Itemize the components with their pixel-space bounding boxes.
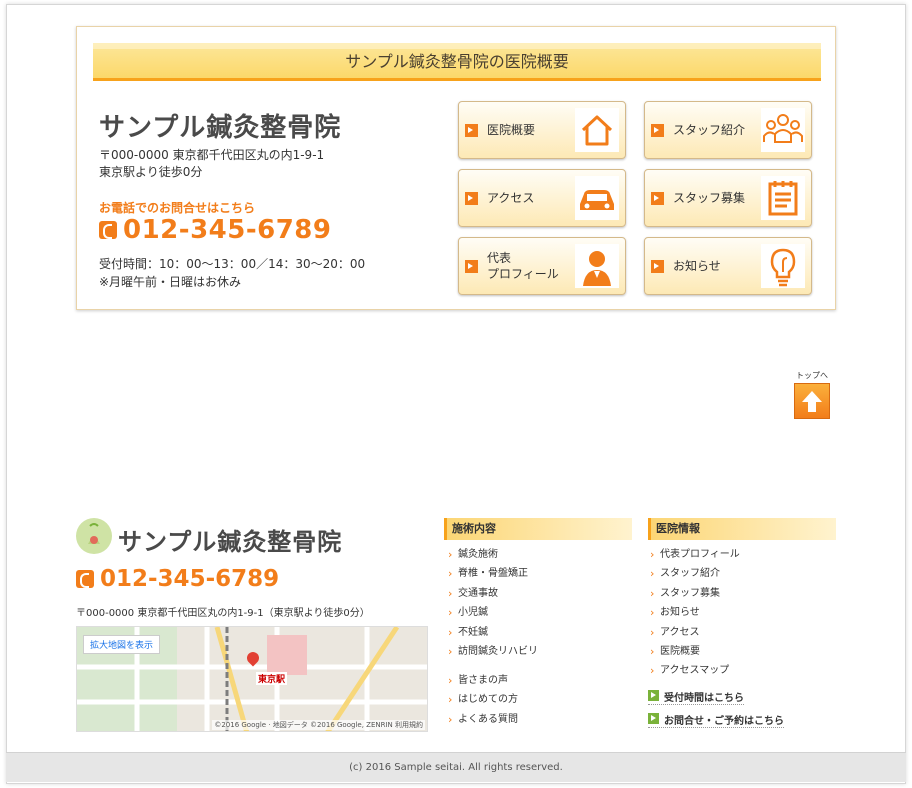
- nav-label: スタッフ募集: [673, 191, 746, 205]
- hours-text: 受付時間：10：00〜13：00／14：30〜20：00: [99, 257, 366, 271]
- guide-links: 皆さまの声 はじめての方 よくある質問: [446, 671, 518, 730]
- lightbulb-icon: [761, 244, 805, 288]
- map-station-label: 東京駅: [256, 672, 288, 685]
- nav-button-staff[interactable]: スタッフ紹介: [644, 101, 812, 159]
- footer-link[interactable]: 訪問鍼灸リハビリ: [446, 642, 538, 662]
- footer-link[interactable]: お知らせ: [648, 603, 740, 623]
- footer-link[interactable]: スタッフ紹介: [648, 564, 740, 584]
- footer-phone-text: 012-345-6789: [100, 566, 280, 592]
- footer-link[interactable]: 不妊鍼: [446, 623, 538, 643]
- arrow-right-icon: [651, 124, 664, 137]
- phone-icon: [99, 221, 117, 239]
- footer-link[interactable]: 代表プロフィール: [648, 545, 740, 565]
- tel-caption: お電話でのお問合せはこちら: [99, 201, 256, 215]
- car-icon: [575, 176, 619, 220]
- nav-label: スタッフ紹介: [673, 123, 746, 137]
- copyright: (c) 2016 Sample seitai. All rights reser…: [6, 752, 906, 782]
- back-to-top-label: トップへ: [796, 371, 828, 380]
- footer-link[interactable]: アクセスマップ: [648, 661, 740, 681]
- footer-link[interactable]: 交通事故: [446, 584, 538, 604]
- arrow-up-icon[interactable]: [794, 383, 830, 419]
- section-title: サンプル鍼灸整骨院の医院概要: [93, 43, 821, 81]
- nav-label: 代表 プロフィール: [487, 238, 559, 294]
- clinic-name: サンプル鍼灸整骨院: [99, 113, 342, 143]
- clinic-address: 〒000-0000 東京都千代田区丸の内1-9-1 東京駅より徒歩0分: [99, 147, 324, 181]
- closed-note: ※月曜午前・日曜はお休み: [99, 275, 242, 289]
- footer-link[interactable]: スタッフ募集: [648, 584, 740, 604]
- person-icon: [575, 244, 619, 288]
- opening-hours: 受付時間：10：00〜13：00／14：30〜20：00 ※月曜午前・日曜はお休…: [99, 255, 365, 291]
- hours-link[interactable]: 受付時間はこちら: [648, 689, 744, 705]
- footer-phone-number[interactable]: 012-345-6789: [76, 566, 279, 592]
- back-to-top[interactable]: トップへ: [792, 370, 832, 419]
- staff-group-icon: [761, 108, 805, 152]
- arrow-right-icon: [465, 192, 478, 205]
- arrow-right-icon: [651, 192, 664, 205]
- nav-button-news[interactable]: お知らせ: [644, 237, 812, 295]
- footer-link[interactable]: よくある質問: [446, 710, 518, 730]
- footer-link[interactable]: 脊椎・骨盤矯正: [446, 564, 538, 584]
- notepad-icon: [761, 176, 805, 220]
- access-line: 東京駅より徒歩0分: [99, 165, 203, 179]
- arrow-right-icon: [465, 124, 478, 137]
- nav-label-line: 代表: [487, 251, 512, 265]
- treatment-links: 鍼灸施術 脊椎・骨盤矯正 交通事故 小児鍼 不妊鍼 訪問鍼灸リハビリ: [446, 545, 538, 662]
- footer-link[interactable]: アクセス: [648, 623, 740, 643]
- footer-link[interactable]: 鍼灸施術: [446, 545, 538, 565]
- footer-link[interactable]: 小児鍼: [446, 603, 538, 623]
- footer-link[interactable]: 皆さまの声: [446, 671, 518, 691]
- footer-link[interactable]: 医院概要: [648, 642, 740, 662]
- clinic-info-heading: 医院情報: [648, 518, 836, 540]
- arrow-right-icon: [651, 260, 664, 273]
- phone-number-text: 012-345-6789: [123, 215, 332, 245]
- map-copyright: ©2016 Google · 地図データ ©2016 Google, ZENRI…: [212, 720, 425, 730]
- house-icon: [575, 108, 619, 152]
- nav-button-recruit[interactable]: スタッフ募集: [644, 169, 812, 227]
- footer-clinic-name: サンプル鍼灸整骨院: [118, 528, 343, 556]
- arrow-right-icon: [465, 260, 478, 273]
- footer-address: 〒000-0000 東京都千代田区丸の内1-9-1（東京駅より徒歩0分）: [76, 608, 370, 619]
- map-enlarge-link[interactable]: 拡大地図を表示: [83, 635, 161, 654]
- address-line: 〒000-0000 東京都千代田区丸の内1-9-1: [99, 148, 325, 162]
- nav-button-profile[interactable]: 代表 プロフィール: [458, 237, 626, 295]
- nav-label: お知らせ: [673, 259, 721, 273]
- contact-link[interactable]: お問合せ・ご予約はこちら: [648, 712, 784, 728]
- clinic-logo-icon: [76, 518, 112, 554]
- google-map[interactable]: 拡大地図を表示 ©2016 Google · 地図データ ©2016 Googl…: [76, 626, 428, 732]
- nav-button-overview[interactable]: 医院概要: [458, 101, 626, 159]
- phone-icon: [76, 570, 94, 588]
- clinic-info-links: 代表プロフィール スタッフ紹介 スタッフ募集 お知らせ アクセス 医院概要 アク…: [648, 545, 740, 681]
- nav-label: アクセス: [487, 191, 535, 205]
- phone-number[interactable]: 012-345-6789: [99, 215, 332, 245]
- nav-button-access[interactable]: アクセス: [458, 169, 626, 227]
- clinic-overview-panel: サンプル鍼灸整骨院の医院概要 サンプル鍼灸整骨院 〒000-0000 東京都千代…: [76, 26, 836, 310]
- treatment-heading: 施術内容: [444, 518, 632, 540]
- footer-link[interactable]: はじめての方: [446, 690, 518, 710]
- nav-label-line: プロフィール: [487, 267, 559, 281]
- nav-label: 医院概要: [487, 123, 536, 137]
